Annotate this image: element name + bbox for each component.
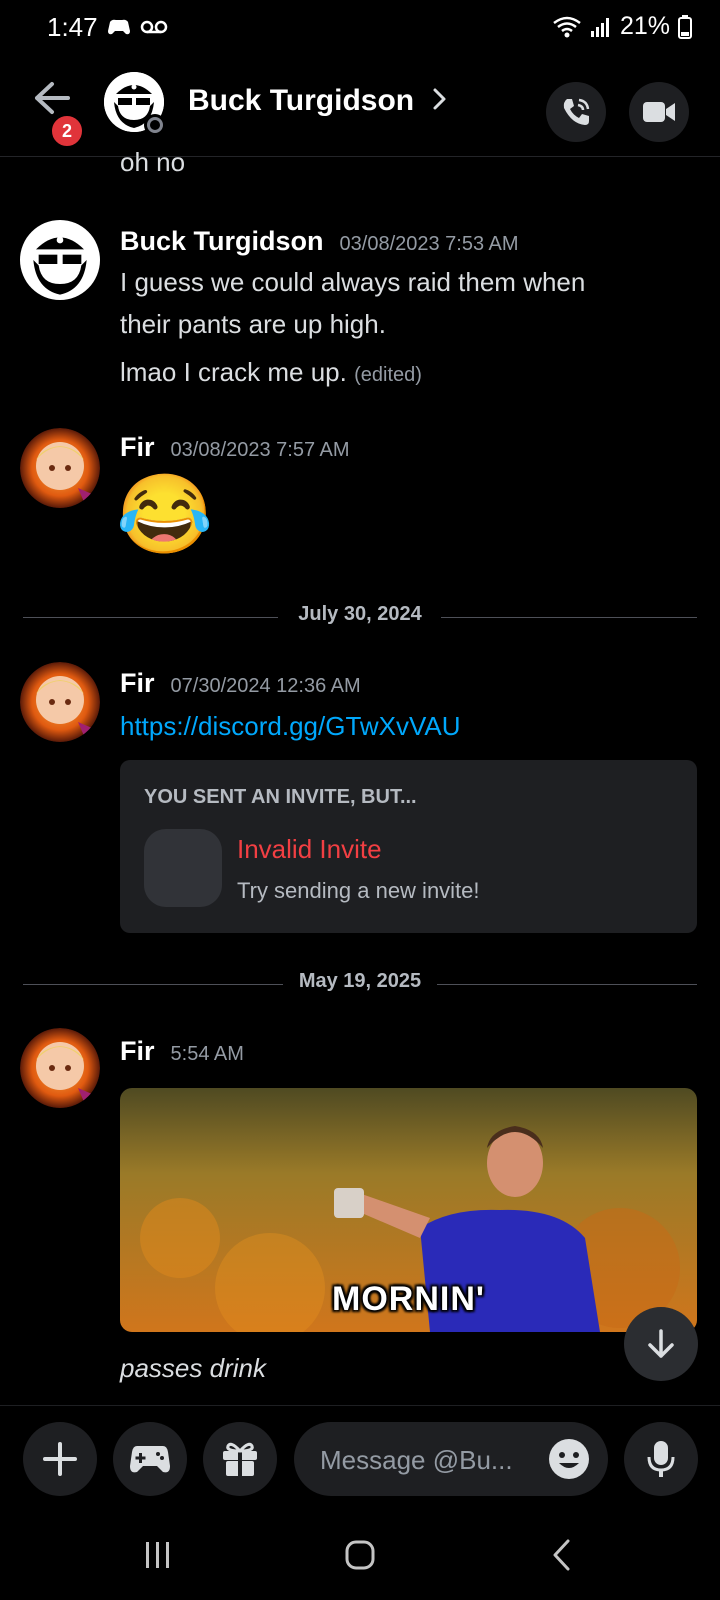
buck-avatar[interactable]	[20, 220, 100, 300]
controller-notification-icon	[108, 19, 130, 35]
date-divider-label: July 30, 2024	[298, 603, 422, 625]
emoji-icon	[549, 1439, 589, 1479]
message-timestamp: 5:54 AM	[170, 1043, 244, 1065]
message-input[interactable]	[318, 1422, 542, 1498]
chevron-right-icon[interactable]	[430, 84, 450, 114]
author-name[interactable]: Fir	[120, 668, 155, 698]
message-timestamp: 07/30/2024 12:36 AM	[170, 675, 361, 697]
emoji-button[interactable]	[548, 1438, 590, 1480]
recent-apps-button[interactable]	[136, 1535, 180, 1575]
message-line: their pants are up high.	[120, 309, 386, 339]
message-timestamp: 03/08/2023 7:53 AM	[339, 233, 519, 255]
chevron-left-icon	[553, 1539, 570, 1571]
invite-link[interactable]: https://discord.gg/GTwXvVAU	[120, 711, 461, 741]
video-call-button[interactable]	[629, 82, 689, 142]
phone-icon	[563, 98, 590, 125]
message-text: https://discord.gg/GTwXvVAU	[120, 706, 461, 746]
unread-badge: 2	[50, 114, 84, 148]
status-time: 1:47	[47, 12, 98, 42]
home-icon	[345, 1540, 375, 1570]
video-camera-icon	[643, 102, 675, 122]
home-button[interactable]	[338, 1535, 382, 1575]
fir-avatar[interactable]	[20, 1028, 100, 1108]
presence-indicator	[144, 114, 166, 136]
message-author[interactable]: Fir 07/30/2024 12:36 AM	[120, 668, 361, 699]
add-attachment-button[interactable]	[23, 1422, 97, 1496]
system-nav-bar	[0, 1515, 720, 1600]
status-right: 21%	[552, 12, 692, 41]
battery-percent: 21%	[619, 12, 670, 40]
message-text: lmao I crack me up.	[120, 357, 347, 387]
system-back-button[interactable]	[540, 1535, 584, 1575]
chat-header: 2 Buck Turgidson	[0, 58, 720, 157]
fir-avatar[interactable]	[20, 662, 100, 742]
message-line: lmao I crack me up. (edited)	[120, 352, 422, 395]
date-divider: July 30, 2024	[23, 603, 697, 631]
activities-button[interactable]	[113, 1422, 187, 1496]
date-divider: May 19, 2025	[23, 970, 697, 998]
battery-icon	[678, 14, 692, 39]
recent-apps-icon	[146, 1542, 169, 1568]
jumbo-emoji[interactable]: 😂	[116, 466, 213, 562]
voicemail-icon	[140, 20, 168, 34]
gamepad-icon	[130, 1446, 170, 1473]
message-fragment: oh no	[120, 147, 186, 177]
gift-icon	[223, 1442, 257, 1476]
invite-card: YOU SENT AN INVITE, BUT... Invalid Invit…	[120, 760, 697, 933]
edited-label: (edited)	[354, 364, 422, 386]
voice-message-button[interactable]	[624, 1422, 698, 1496]
message-author[interactable]: Fir 03/08/2023 7:57 AM	[120, 432, 350, 463]
message-timestamp: 03/08/2023 7:57 AM	[170, 439, 350, 461]
invite-subtitle: Try sending a new invite!	[237, 878, 480, 903]
server-icon	[144, 829, 222, 907]
jump-to-bottom-button[interactable]	[624, 1307, 698, 1381]
signal-icon	[590, 17, 609, 37]
author-name[interactable]: Buck Turgidson	[120, 226, 324, 256]
message-line: I guess we could always raid them when	[120, 267, 586, 297]
arrow-left-icon	[35, 82, 70, 114]
message-input-container[interactable]	[294, 1422, 608, 1498]
message-author[interactable]: Fir 5:54 AM	[120, 1036, 244, 1067]
author-name[interactable]: Fir	[120, 432, 155, 462]
author-name[interactable]: Fir	[120, 1036, 155, 1066]
message-composer	[0, 1405, 720, 1516]
message-text: passes drink	[120, 1353, 266, 1383]
gif-caption: MORNIN'	[332, 1280, 485, 1318]
invite-title: Invalid Invite	[237, 834, 382, 864]
notification-icons	[106, 16, 168, 38]
plus-icon	[43, 1442, 77, 1476]
date-divider-label: May 19, 2025	[298, 970, 422, 992]
voice-call-button[interactable]	[546, 82, 606, 142]
gif-embed[interactable]: MORNIN'	[120, 1088, 697, 1332]
invite-heading: YOU SENT AN INVITE, BUT...	[144, 786, 417, 808]
arrow-down-icon	[648, 1329, 674, 1358]
status-bar: 1:47 21%	[0, 0, 720, 54]
gift-button[interactable]	[203, 1422, 277, 1496]
message-author[interactable]: Buck Turgidson 03/08/2023 7:53 AM	[120, 226, 519, 257]
microphone-icon	[647, 1441, 675, 1477]
fir-avatar[interactable]	[20, 428, 100, 508]
contact-name[interactable]: Buck Turgidson	[188, 84, 414, 118]
wifi-icon	[553, 16, 581, 37]
